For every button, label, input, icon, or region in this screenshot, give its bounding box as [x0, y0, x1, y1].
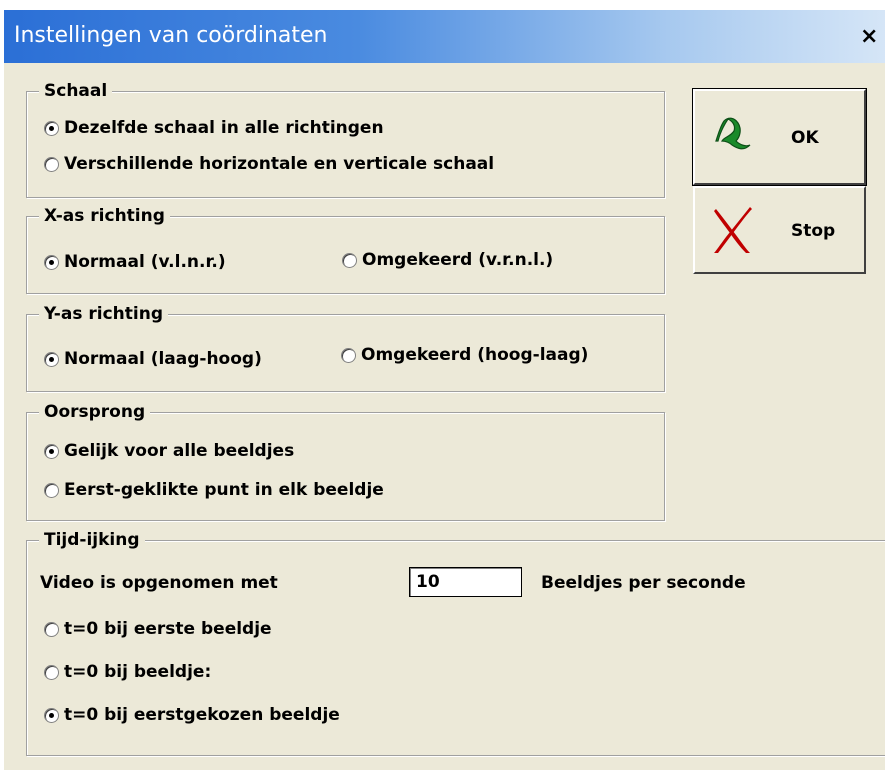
radio-schaal-dezelfde[interactable]: Dezelfde schaal in alle richtingen	[44, 117, 384, 139]
radio-schaal-verschillend[interactable]: Verschillende horizontale en verticale s…	[44, 153, 494, 175]
stop-button-label: Stop	[791, 221, 836, 241]
radio-indicator[interactable]	[44, 664, 59, 680]
radio-label: Normaal (v.l.n.r.)	[64, 252, 226, 272]
group-yas-legend: Y-as richting	[39, 303, 168, 325]
radio-xas-normaal[interactable]: Normaal (v.l.n.r.)	[44, 251, 226, 273]
radio-label: Dezelfde schaal in alle richtingen	[64, 118, 384, 138]
fps-input[interactable]	[409, 567, 522, 597]
group-schaal-legend: Schaal	[39, 80, 113, 102]
window-title: Instellingen van coördinaten	[14, 23, 328, 48]
fps-unit-label: Beeldjes per seconde	[541, 573, 746, 593]
radio-t0-beeldje[interactable]: t=0 bij beeldje:	[44, 661, 211, 683]
radio-label: Omgekeerd (hoog-laag)	[361, 345, 589, 365]
radio-indicator[interactable]	[44, 156, 59, 172]
video-label: Video is opgenomen met	[40, 573, 278, 593]
group-schaal: Schaal	[26, 80, 665, 198]
radio-indicator[interactable]	[44, 707, 59, 723]
radio-label: Normaal (laag-hoog)	[64, 349, 262, 369]
green-check-icon	[715, 117, 751, 150]
radio-t0-eerste[interactable]: t=0 bij eerste beeldje	[44, 618, 272, 640]
stop-button[interactable]: Stop	[693, 186, 866, 274]
dialog-window: Instellingen van coördinaten × Schaal De…	[4, 10, 885, 770]
radio-indicator[interactable]	[341, 347, 356, 363]
radio-yas-normaal[interactable]: Normaal (laag-hoog)	[44, 348, 262, 370]
radio-label: Eerst-geklikte punt in elk beeldje	[64, 480, 384, 500]
radio-t0-eerstgekozen[interactable]: t=0 bij eerstgekozen beeldje	[44, 704, 340, 726]
group-oorsprong-legend: Oorsprong	[39, 401, 151, 423]
group-oorsprong: Oorsprong	[26, 401, 665, 521]
radio-label: t=0 bij beeldje:	[64, 662, 212, 682]
radio-indicator[interactable]	[44, 351, 59, 367]
radio-indicator[interactable]	[44, 482, 59, 498]
ok-button[interactable]: OK	[692, 88, 867, 186]
red-x-icon	[714, 207, 752, 253]
radio-label: t=0 bij eerstgekozen beeldje	[64, 705, 340, 725]
radio-label: Verschillende horizontale en verticale s…	[64, 154, 495, 174]
radio-indicator[interactable]	[44, 120, 59, 136]
group-tijd-legend: Tijd-ijking	[39, 529, 145, 551]
radio-label: Omgekeerd (v.r.n.l.)	[362, 250, 554, 270]
group-xas-legend: X-as richting	[39, 205, 170, 227]
radio-oorsprong-gelijk[interactable]: Gelijk voor alle beeldjes	[44, 440, 294, 462]
radio-xas-omgekeerd[interactable]: Omgekeerd (v.r.n.l.)	[342, 249, 553, 271]
close-button[interactable]: ×	[860, 24, 884, 50]
radio-label: Gelijk voor alle beeldjes	[64, 441, 295, 461]
radio-indicator[interactable]	[44, 254, 59, 270]
radio-label: t=0 bij eerste beeldje	[64, 619, 272, 639]
radio-yas-omgekeerd[interactable]: Omgekeerd (hoog-laag)	[341, 344, 588, 366]
radio-indicator[interactable]	[342, 252, 357, 268]
radio-indicator[interactable]	[44, 443, 59, 459]
ok-button-label: OK	[791, 128, 819, 148]
title-bar[interactable]: Instellingen van coördinaten ×	[4, 10, 885, 63]
radio-indicator[interactable]	[44, 621, 59, 637]
radio-oorsprong-eerst[interactable]: Eerst-geklikte punt in elk beeldje	[44, 479, 384, 501]
